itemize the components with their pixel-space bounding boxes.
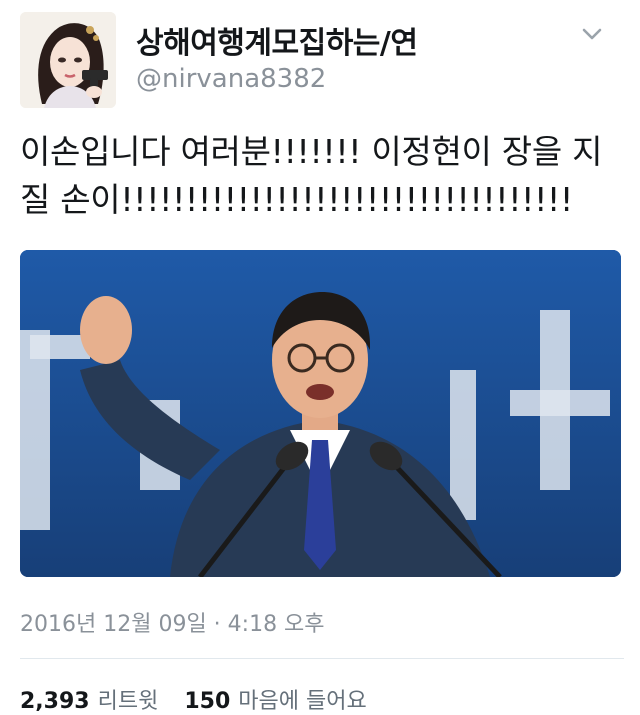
retweet-count[interactable]: 2,393 [20, 689, 90, 714]
display-name[interactable]: 상해여행계모집하는/연 [136, 18, 418, 62]
tweet-stats: 2,393 리트윗 150 마음에 들어요 [20, 683, 393, 715]
photo-illustration [20, 250, 621, 577]
tweet-timestamp[interactable]: 2016년 12월 09일 · 4:18 오후 [20, 606, 325, 638]
tweet-photo[interactable] [20, 250, 621, 577]
like-count[interactable]: 150 [184, 689, 230, 714]
retweet-label[interactable]: 리트윗 [98, 689, 159, 714]
avatar[interactable] [20, 12, 116, 108]
tweet-text: 이손입니다 여러분!!!!!!! 이정현이 장을 지질 손이!!!!!!!!!!… [20, 132, 603, 219]
user-handle[interactable]: @nirvana8382 [136, 64, 326, 94]
divider [20, 658, 624, 659]
tweet-header: 상해여행계모집하는/연 @nirvana8382 [0, 0, 640, 110]
chevron-down-icon[interactable] [578, 20, 606, 48]
avatar-illustration [20, 12, 116, 108]
like-label[interactable]: 마음에 들어요 [238, 689, 366, 714]
